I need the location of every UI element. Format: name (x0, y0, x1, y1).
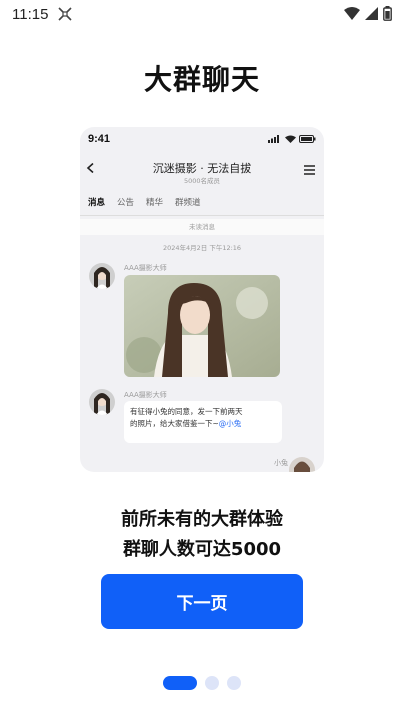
photo-message[interactable] (124, 275, 280, 377)
page-indicator (163, 676, 241, 690)
message-text-line1: 有征得小兔的同意，发一下前两天 (130, 407, 243, 416)
sender-name: AAA摄影大师 (124, 264, 167, 272)
signal-icon (365, 7, 378, 20)
status-icons (344, 6, 392, 21)
text-message-bubble[interactable]: 有征得小兔的同意，发一下前两天 的照片，给大家借鉴一下~@小兔 (124, 401, 282, 443)
mention-link[interactable]: @小兔 (219, 419, 242, 428)
sender-avatar (89, 263, 115, 289)
feature-subheadline: 群聊人数可达5000 (122, 539, 282, 560)
page-dot[interactable] (227, 676, 241, 690)
feature-headline: 前所未有的大群体验 (121, 509, 283, 530)
chat-member-count: 5000名成员 (183, 177, 221, 185)
tab-announcements[interactable]: 公告 (117, 196, 134, 208)
tab-divider (80, 215, 324, 216)
tab-highlights[interactable]: 精华 (146, 196, 163, 208)
battery-icon (299, 135, 316, 143)
preview-status-time: 9:41 (88, 133, 111, 145)
wifi-icon (285, 135, 296, 143)
tab-group-channel[interactable]: 群频道 (175, 196, 201, 208)
message-date: 2024年4月2日 下午12:16 (162, 244, 242, 252)
page-dot-active[interactable] (163, 676, 197, 690)
phone-preview: 9:41 沉迷摄影 · 无法自拔 5000名成员 消息 公告 精华 群频道 未读… (80, 127, 324, 472)
tab-messages[interactable]: 消息 (88, 196, 105, 208)
sender-name: AAA摄影大师 (124, 391, 167, 399)
page-dot[interactable] (205, 676, 219, 690)
menu-icon[interactable] (304, 165, 315, 175)
signal-bars-icon (268, 135, 279, 143)
preview-status-icons (268, 135, 316, 143)
chat-title: 沉迷摄影 · 无法自拔 (152, 162, 252, 175)
screenshot-icon (58, 7, 72, 21)
page-title: 大群聊天 (143, 63, 260, 96)
sender-avatar (89, 389, 115, 415)
message-text-line2: 的照片，给大家借鉴一下~ (130, 418, 219, 428)
unread-divider: 未读消息 (80, 219, 324, 235)
chat-tabs: 消息 公告 精华 群频道 (88, 196, 201, 208)
battery-icon (383, 6, 392, 21)
next-page-button[interactable]: 下一页 (101, 574, 303, 629)
back-arrow-icon[interactable] (86, 163, 96, 173)
wifi-icon (344, 7, 360, 20)
self-avatar (289, 457, 315, 472)
self-name: 小兔 (274, 459, 288, 467)
status-time: 11:15 (12, 6, 49, 23)
